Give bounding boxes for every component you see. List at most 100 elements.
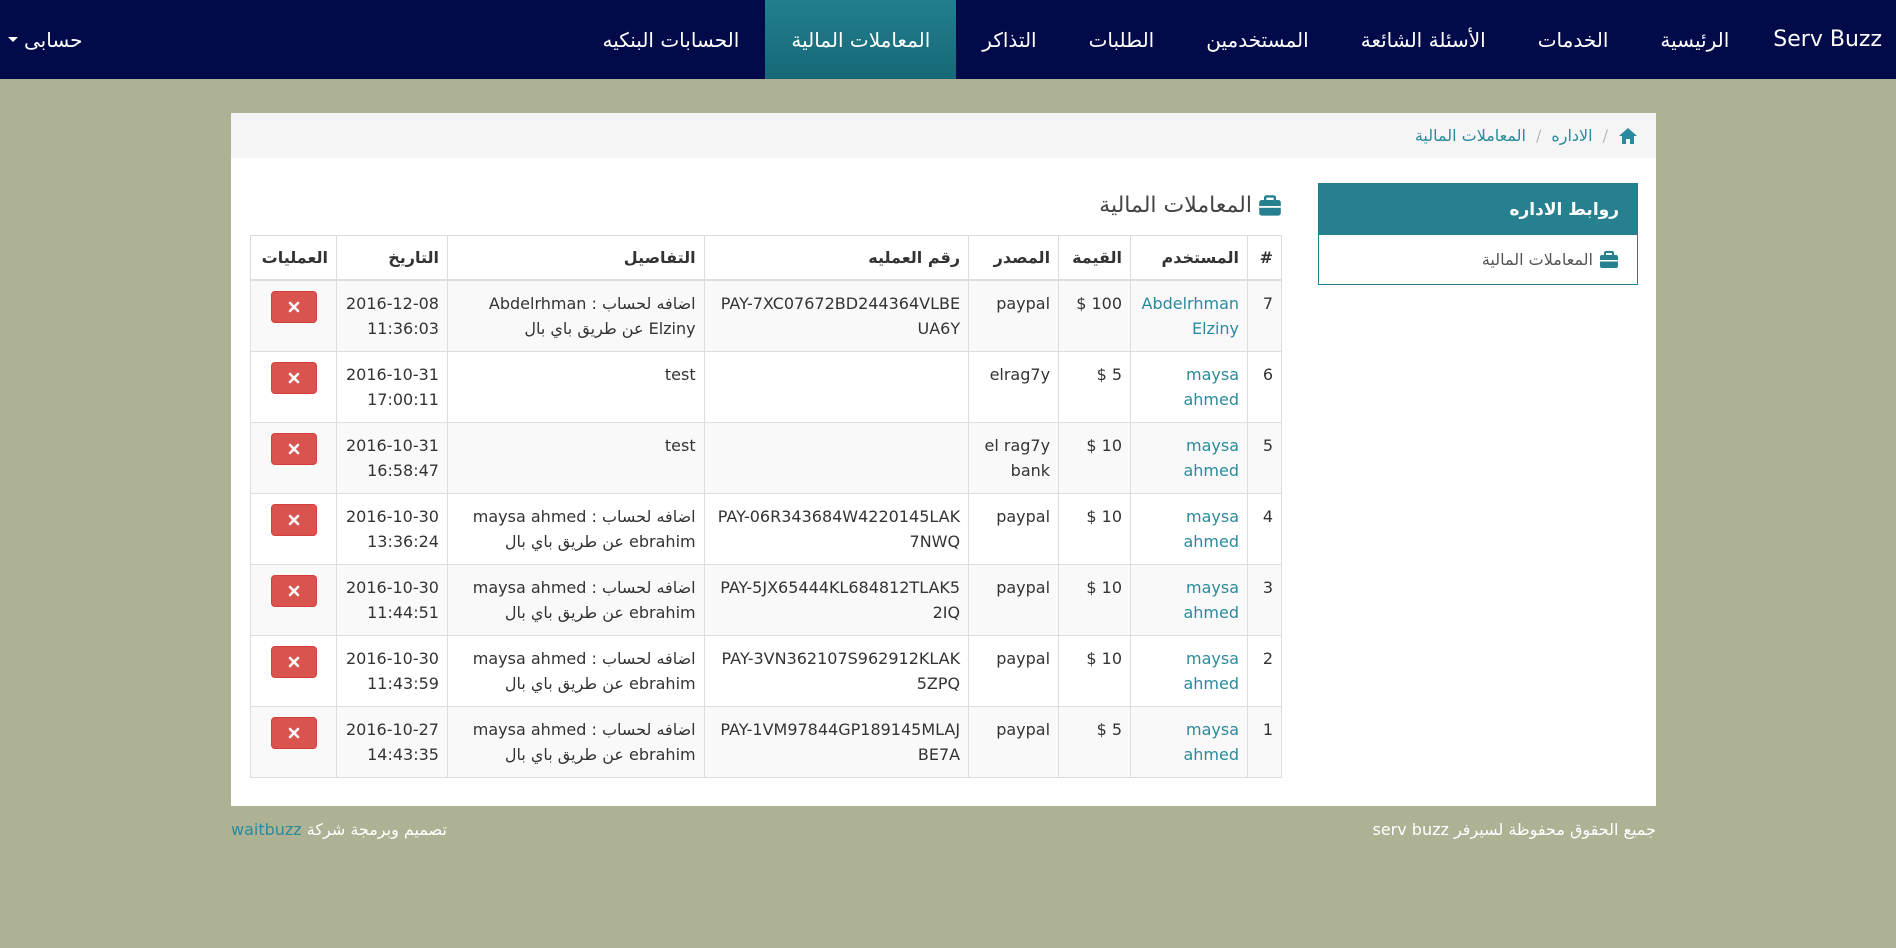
close-icon	[288, 372, 299, 384]
admin-sidebar: روابط الاداره المعاملات المالية	[1318, 183, 1638, 285]
date-value: 2016-10-30	[346, 649, 439, 668]
cell-date: 2016-10-30 13:36:24	[336, 493, 448, 565]
user-link[interactable]: maysa ahmed	[1183, 720, 1239, 764]
user-link[interactable]: maysa ahmed	[1183, 649, 1239, 693]
cell-source: paypal	[968, 493, 1060, 565]
brand-logo[interactable]: Serv Buzz	[1759, 0, 1896, 79]
cell-txn: PAY-5JX65444KL684812TLAK52IQ	[703, 564, 970, 636]
nav-item-4[interactable]: الطلبات	[1063, 0, 1181, 79]
cell-user: maysa ahmed	[1130, 493, 1249, 565]
page-title: المعاملات المالية	[1099, 193, 1282, 218]
cell-ops	[249, 422, 338, 494]
sidebar-item-transactions[interactable]: المعاملات المالية	[1319, 235, 1637, 284]
sidebar-title: روابط الاداره	[1319, 184, 1637, 235]
time-value: 11:36:03	[367, 319, 439, 338]
user-link[interactable]: maysa ahmed	[1183, 436, 1239, 480]
nav-item-5[interactable]: التذاكر	[956, 0, 1062, 79]
cell-id: 5	[1247, 422, 1282, 494]
transactions-table: # المستخدم القيمة المصدر رقم العمليه الت…	[249, 235, 1282, 778]
user-link[interactable]: maysa ahmed	[1183, 578, 1239, 622]
delete-button[interactable]	[270, 646, 317, 678]
nav-item-7[interactable]: الحسابات البنكيه	[576, 0, 765, 79]
col-header-source: المصدر	[968, 235, 1060, 281]
account-label: حسابى	[24, 27, 83, 52]
nav-item-3[interactable]: المستخدمين	[1180, 0, 1334, 79]
nav-item-2[interactable]: الأسئلة الشائعة	[1335, 0, 1512, 79]
cell-source: paypal	[968, 564, 1060, 636]
time-value: 11:43:59	[367, 674, 439, 693]
footer-company-link[interactable]: waitbuzz	[231, 820, 302, 839]
top-navbar: Serv Buzz الرئيسية الخدمات الأسئلة الشائعة…	[0, 0, 1896, 79]
home-icon[interactable]	[1618, 126, 1638, 146]
user-link[interactable]: maysa ahmed	[1183, 507, 1239, 551]
close-icon	[288, 727, 299, 739]
close-icon	[288, 301, 299, 313]
cell-ops	[249, 635, 338, 707]
cell-amount: $ 100	[1058, 279, 1132, 352]
delete-button[interactable]	[270, 717, 317, 749]
sidebar-item-label: المعاملات المالية	[1481, 250, 1593, 269]
amount-value: $ 10	[1086, 649, 1123, 668]
cell-source: paypal	[968, 279, 1060, 352]
cell-ops	[249, 351, 338, 423]
cell-ops	[249, 564, 338, 636]
time-value: 14:43:35	[367, 745, 439, 764]
close-icon	[288, 443, 299, 455]
nav-item-0[interactable]: الرئيسية	[1634, 0, 1755, 79]
cell-id: 2	[1247, 635, 1282, 707]
col-header-ops: العمليات	[249, 235, 338, 281]
cell-date: 2016-10-30 11:44:51	[336, 564, 448, 636]
delete-button[interactable]	[270, 291, 317, 323]
cell-amount: $ 10	[1058, 493, 1132, 565]
cell-user: maysa ahmed	[1130, 351, 1249, 423]
delete-button[interactable]	[270, 504, 317, 536]
amount-value: $ 10	[1086, 436, 1123, 455]
cell-txn: PAY-7XC07672BD244364VLBEUA6Y	[703, 279, 970, 352]
cell-user: maysa ahmed	[1130, 422, 1249, 494]
amount-value: $ 10	[1086, 578, 1123, 597]
amount-value: $ 100	[1076, 294, 1123, 313]
user-link[interactable]: Abdelrhman Elziny	[1142, 294, 1240, 338]
col-header-date: التاريخ	[336, 235, 448, 281]
cell-txn	[703, 351, 970, 423]
cell-id: 7	[1247, 279, 1282, 352]
cell-user: maysa ahmed	[1130, 706, 1249, 778]
cell-source: el rag7y bank	[968, 422, 1060, 494]
page-title-text: المعاملات المالية	[1099, 193, 1252, 218]
delete-button[interactable]	[270, 433, 317, 465]
main-nav: الرئيسية الخدمات الأسئلة الشائعة المستخدمين…	[576, 0, 1755, 79]
delete-button[interactable]	[270, 575, 317, 607]
col-header-details: التفاصيل	[446, 235, 705, 281]
date-value: 2016-10-27	[346, 720, 439, 739]
user-link[interactable]: maysa ahmed	[1183, 365, 1239, 409]
content-panel: / الاداره / المعاملات المالية روابط الاد…	[231, 113, 1656, 806]
cell-txn: PAY-1VM97844GP189145MLAJBE7A	[703, 706, 970, 778]
breadcrumb-separator: /	[1602, 126, 1608, 145]
cell-amount: $ 5	[1058, 351, 1132, 423]
breadcrumb-admin[interactable]: الاداره	[1551, 126, 1592, 145]
time-value: 17:00:11	[367, 390, 439, 409]
date-value: 2016-10-30	[346, 507, 439, 526]
table-row: 3 maysa ahmed $ 10 paypal PAY-5JX65444KL6848…	[249, 564, 1282, 636]
amount-value: $ 10	[1086, 507, 1123, 526]
breadcrumb-transactions[interactable]: المعاملات المالية	[1415, 126, 1526, 145]
cell-amount: $ 10	[1058, 422, 1132, 494]
cell-source: paypal	[968, 706, 1060, 778]
account-dropdown[interactable]: حسابى	[8, 0, 83, 79]
cell-id: 6	[1247, 351, 1282, 423]
close-icon	[288, 585, 299, 597]
cell-details: test	[446, 351, 705, 423]
cell-date: 2016-10-30 11:43:59	[336, 635, 448, 707]
nav-item-1[interactable]: الخدمات	[1512, 0, 1635, 79]
footer-design-text: تصميم وبرمجة شركة	[306, 820, 447, 839]
cell-details: اضافه لحساب : maysa ahmed ebrahim عن طري…	[446, 706, 705, 778]
date-value: 2016-10-31	[346, 365, 439, 384]
cell-ops	[249, 706, 338, 778]
cell-date: 2016-10-31 17:00:11	[336, 351, 448, 423]
delete-button[interactable]	[270, 362, 317, 394]
nav-item-6[interactable]: المعاملات المالية	[765, 0, 957, 79]
cell-user: maysa ahmed	[1130, 564, 1249, 636]
time-value: 13:36:24	[367, 532, 439, 551]
cell-date: 2016-12-08 11:36:03	[336, 279, 448, 352]
table-row: 1 maysa ahmed $ 5 paypal PAY-1VM97844GP18914…	[249, 706, 1282, 778]
